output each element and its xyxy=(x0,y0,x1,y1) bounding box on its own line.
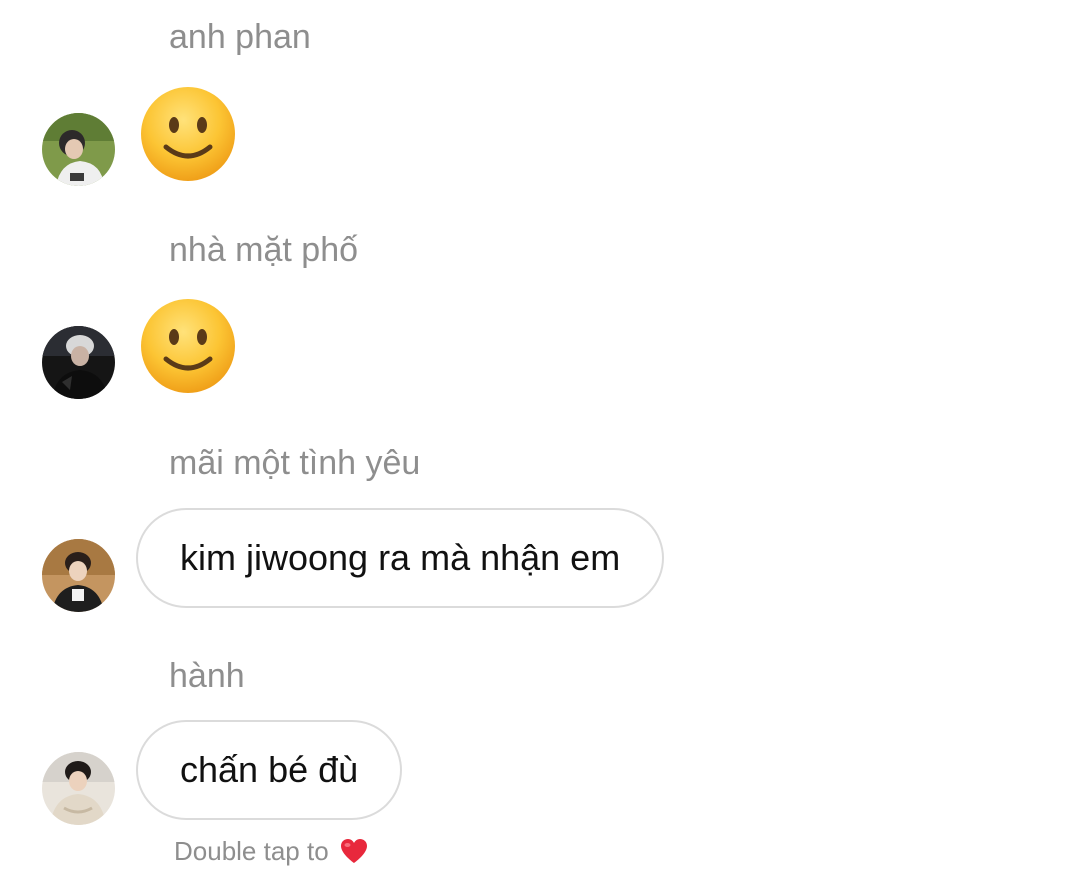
avatar[interactable] xyxy=(42,113,115,186)
heart-icon xyxy=(340,839,367,863)
double-tap-hint: Double tap to xyxy=(174,834,368,868)
message-thread: anh phan nhà mặt phố mãi một tình yêu ki… xyxy=(0,0,1080,885)
user-avatar-icon xyxy=(42,113,115,186)
message-bubble[interactable]: chấn bé đù xyxy=(136,720,403,820)
sender-name: hành xyxy=(169,657,245,695)
smiling-face-icon[interactable] xyxy=(139,85,237,183)
avatar[interactable] xyxy=(42,539,115,612)
user-avatar-icon xyxy=(42,326,115,399)
avatar[interactable] xyxy=(42,752,115,825)
avatar[interactable] xyxy=(42,326,115,399)
user-avatar-icon xyxy=(42,752,115,825)
smiling-face-icon[interactable] xyxy=(139,297,237,395)
message-text: kim jiwoong ra mà nhận em xyxy=(180,537,621,578)
message-text: chấn bé đù xyxy=(180,749,359,790)
sender-name: nhà mặt phố xyxy=(169,231,359,269)
sender-name: mãi một tình yêu xyxy=(169,444,421,482)
message-bubble[interactable]: kim jiwoong ra mà nhận em xyxy=(136,508,665,608)
hint-text: Double tap to xyxy=(174,836,329,866)
user-avatar-icon xyxy=(42,539,115,612)
sender-name: anh phan xyxy=(169,18,311,56)
